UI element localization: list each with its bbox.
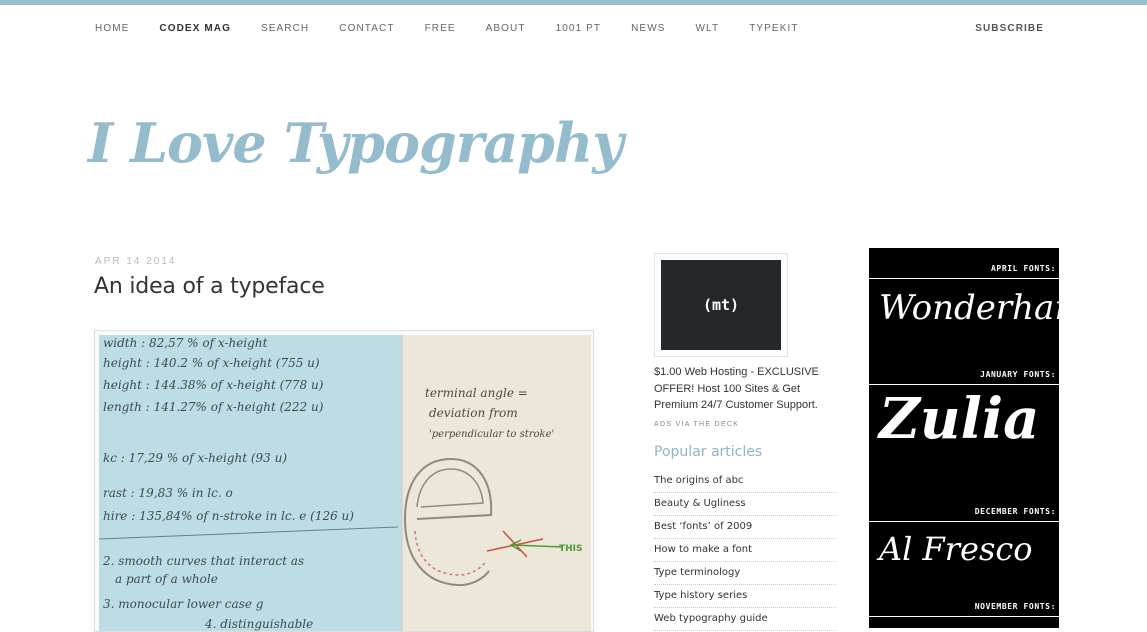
popular-article-link[interactable]: Best ‘fonts’ of 2009 bbox=[654, 516, 836, 539]
sketch-note: 2. smooth curves that interact as bbox=[102, 554, 304, 568]
sketch-note: height : 144.38% of x-height (778 u) bbox=[103, 378, 324, 392]
sketch-annotation: deviation from bbox=[429, 406, 518, 420]
sketch-annotation: 'perpendicular to stroke' bbox=[429, 429, 554, 440]
separator bbox=[869, 521, 1059, 522]
nav-1001pt[interactable]: 1001 PT bbox=[556, 22, 602, 36]
popular-article-link[interactable]: Type terminology bbox=[654, 562, 836, 585]
separator bbox=[869, 384, 1059, 385]
nav-codex-mag[interactable]: CODEX MAG bbox=[159, 22, 231, 36]
popular-articles-heading: Popular articles bbox=[654, 444, 763, 460]
font-wonderhand[interactable]: Wonderhand bbox=[879, 288, 1059, 328]
month-label: APRIL FONTS: bbox=[991, 264, 1056, 273]
monthly-fonts-column: APRIL FONTS: Wonderhand JANUARY FONTS: Z… bbox=[869, 248, 1059, 628]
sketch-note: 3. monocular lower case g bbox=[103, 597, 264, 611]
sketch-note: length : 141.27% of x-height (222 u) bbox=[103, 400, 324, 414]
sketch-note: a part of a whole bbox=[115, 572, 218, 586]
sketch-annotation: terminal angle = bbox=[425, 386, 528, 400]
nav-about[interactable]: ABOUT bbox=[486, 22, 526, 36]
sketch-note: width : 82,57 % of x-height bbox=[103, 336, 268, 350]
sketch-note: kc : 17,29 % of x-height (93 u) bbox=[103, 451, 287, 465]
sketch-note: height : 140.2 % of x-height (755 u) bbox=[103, 356, 320, 370]
popular-article-link[interactable]: Web typography guide bbox=[654, 608, 836, 631]
popular-article-link[interactable]: Type history series bbox=[654, 585, 836, 608]
post-image[interactable]: width : 82,57 % of x-height height : 140… bbox=[94, 330, 594, 632]
nav-home[interactable]: HOME bbox=[95, 22, 129, 36]
separator bbox=[869, 616, 1059, 617]
post-title[interactable]: An idea of a typeface bbox=[94, 274, 325, 299]
subscribe-link[interactable]: SUBSCRIBE bbox=[975, 22, 1044, 36]
month-label: NOVEMBER FONTS: bbox=[974, 602, 1056, 611]
sponsor-ad[interactable]: (mt) bbox=[654, 253, 788, 357]
nav-typekit[interactable]: TYPEKIT bbox=[749, 22, 798, 36]
post-date: APR 14 2014 bbox=[95, 256, 177, 267]
nav-news[interactable]: NEWS bbox=[631, 22, 665, 36]
nav-wlt[interactable]: WLT bbox=[696, 22, 720, 36]
font-zulia[interactable]: Zulia bbox=[879, 386, 1039, 452]
sketch-annotation: THIS bbox=[559, 544, 583, 554]
nav-contact[interactable]: CONTACT bbox=[339, 22, 394, 36]
month-label: DECEMBER FONTS: bbox=[974, 507, 1056, 516]
nav-search[interactable]: SEARCH bbox=[261, 22, 309, 36]
site-logo[interactable]: I Love Typography bbox=[88, 108, 624, 178]
month-label: JANUARY FONTS: bbox=[980, 370, 1056, 379]
ad-credit-link[interactable]: ADS VIA THE DECK bbox=[654, 421, 739, 428]
sketch-note: hire : 135,84% of n-stroke in lc. e (126… bbox=[103, 509, 354, 523]
paper-sketch-page bbox=[402, 335, 591, 631]
popular-article-link[interactable]: Beauty & Ugliness bbox=[654, 493, 836, 516]
sketch-illustration: width : 82,57 % of x-height height : 140… bbox=[98, 335, 591, 631]
popular-articles-list: The origins of abc Beauty & Ugliness Bes… bbox=[654, 470, 836, 631]
mediatemple-logo: (mt) bbox=[661, 260, 781, 350]
separator bbox=[869, 278, 1059, 279]
sketch-note: rast : 19,83 % in lc. o bbox=[103, 486, 233, 500]
nav-free[interactable]: FREE bbox=[425, 22, 456, 36]
ad-description[interactable]: $1.00 Web Hosting - EXCLUSIVE OFFER! Hos… bbox=[654, 364, 844, 414]
main-nav: HOME CODEX MAG SEARCH CONTACT FREE ABOUT… bbox=[95, 22, 829, 36]
sketch-note: 4. distinguishable bbox=[204, 617, 313, 631]
popular-article-link[interactable]: How to make a font bbox=[654, 539, 836, 562]
top-accent-bar bbox=[0, 0, 1147, 5]
font-al-fresco[interactable]: Al Fresco bbox=[879, 530, 1033, 568]
popular-article-link[interactable]: The origins of abc bbox=[654, 470, 836, 493]
